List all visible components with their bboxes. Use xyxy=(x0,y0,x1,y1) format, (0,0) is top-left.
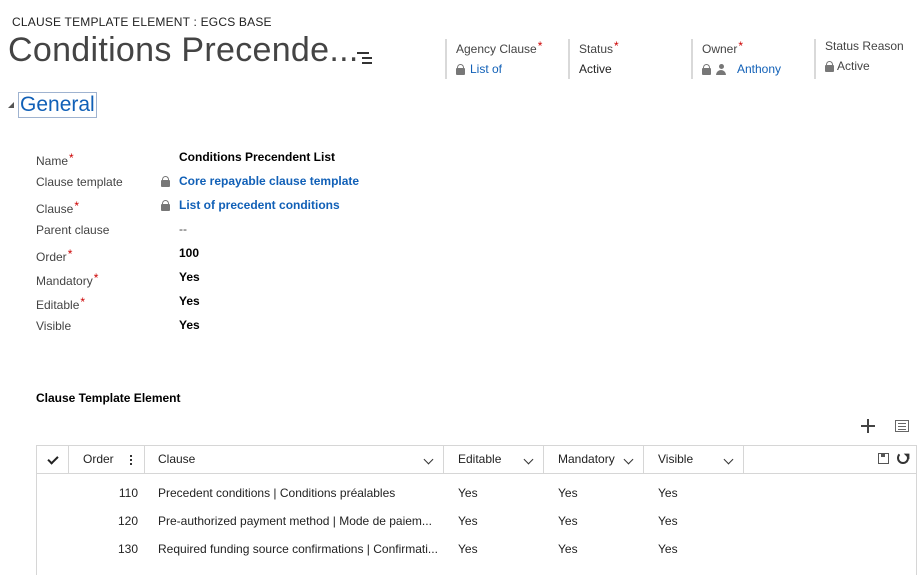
clause-link[interactable]: List of precedent conditions xyxy=(179,198,340,212)
column-separator xyxy=(443,446,444,473)
table-row[interactable]: 120 Pre-authorized payment method | Mode… xyxy=(37,507,916,535)
status-value[interactable]: Active xyxy=(579,62,612,76)
column-separator xyxy=(643,446,644,473)
field-label: Editable* xyxy=(36,295,86,312)
clause-template-link[interactable]: Core repayable clause template xyxy=(179,174,359,188)
field-label: Clause* xyxy=(36,199,80,216)
required-marker: * xyxy=(738,39,744,53)
cell-mandatory: Yes xyxy=(558,514,578,528)
agency-clause-label: Agency Clause xyxy=(456,42,537,56)
column-header-clause[interactable]: Clause xyxy=(158,446,195,473)
cell-visible: Yes xyxy=(658,542,678,556)
title-menu-icon[interactable] xyxy=(357,52,375,64)
select-all-checkmark-icon[interactable] xyxy=(47,453,59,465)
chevron-down-icon[interactable] xyxy=(723,454,734,465)
form-row-clause[interactable]: Clause* List of precedent conditions xyxy=(36,196,436,216)
grid-header: Order Clause Editable Mandatory Visible xyxy=(37,446,916,474)
grid-view-icon[interactable] xyxy=(895,420,909,432)
order-value[interactable]: 100 xyxy=(179,246,199,260)
save-icon[interactable] xyxy=(878,453,889,464)
entity-type-label: CLAUSE TEMPLATE ELEMENT : EGCS BASE xyxy=(12,15,272,29)
column-options-icon[interactable] xyxy=(130,455,132,465)
header-field-agency-clause[interactable]: Agency Clause* List of xyxy=(445,39,563,79)
header-field-owner[interactable]: Owner* Anthony xyxy=(691,39,809,79)
chevron-down-icon[interactable] xyxy=(623,454,634,465)
column-header-editable[interactable]: Editable xyxy=(458,446,501,473)
section-collapse-icon[interactable] xyxy=(8,102,14,108)
record-title: Conditions Precende... xyxy=(8,31,359,69)
subgrid-title: Clause Template Element xyxy=(36,391,181,405)
cell-mandatory: Yes xyxy=(558,542,578,556)
header-field-status[interactable]: Status* Active xyxy=(568,39,686,79)
status-label: Status xyxy=(579,42,614,56)
column-header-mandatory[interactable]: Mandatory xyxy=(558,446,615,473)
required-marker: * xyxy=(537,39,543,53)
cell-clause: Required funding source confirmations | … xyxy=(158,542,438,556)
form-row-order[interactable]: Order* 100 xyxy=(36,244,436,264)
lock-icon xyxy=(161,200,170,211)
status-reason-value[interactable]: Active xyxy=(837,59,870,73)
cell-mandatory: Yes xyxy=(558,486,578,500)
cell-visible: Yes xyxy=(658,514,678,528)
mandatory-value[interactable]: Yes xyxy=(179,270,200,284)
field-label: Mandatory* xyxy=(36,271,99,288)
owner-label: Owner xyxy=(702,42,738,56)
field-label: Parent clause xyxy=(36,223,110,237)
cell-editable: Yes xyxy=(458,514,478,528)
cell-editable: Yes xyxy=(458,486,478,500)
required-marker: * xyxy=(67,247,73,261)
refresh-icon[interactable] xyxy=(897,452,909,464)
required-marker: * xyxy=(74,199,80,213)
field-label: Clause template xyxy=(36,175,123,189)
cell-clause: Pre-authorized payment method | Mode de … xyxy=(158,514,432,528)
name-value[interactable]: Conditions Precendent List xyxy=(179,150,335,164)
form-row-visible[interactable]: Visible Yes xyxy=(36,316,436,336)
field-label: Name* xyxy=(36,151,74,168)
user-icon xyxy=(716,63,726,75)
section-title-general[interactable]: General xyxy=(18,92,97,118)
form-row-clause-template[interactable]: Clause template Core repayable clause te… xyxy=(36,172,436,192)
cell-visible: Yes xyxy=(658,486,678,500)
cell-editable: Yes xyxy=(458,542,478,556)
column-separator xyxy=(543,446,544,473)
form-row-editable[interactable]: Editable* Yes xyxy=(36,292,436,312)
column-separator xyxy=(144,446,145,473)
table-row[interactable]: 110 Precedent conditions | Conditions pr… xyxy=(37,479,916,507)
cell-clause: Precedent conditions | Conditions préala… xyxy=(158,486,396,500)
lock-icon xyxy=(456,63,465,75)
column-header-order[interactable]: Order xyxy=(83,446,114,473)
parent-clause-value[interactable]: -- xyxy=(179,222,187,236)
editable-value[interactable]: Yes xyxy=(179,294,200,308)
required-marker: * xyxy=(93,271,99,285)
cell-order: 110 xyxy=(118,486,138,500)
cell-order: 130 xyxy=(117,542,138,556)
form-row-parent-clause[interactable]: Parent clause -- xyxy=(36,220,436,240)
subgrid: Order Clause Editable Mandatory Visible … xyxy=(36,445,917,575)
form-row-mandatory[interactable]: Mandatory* Yes xyxy=(36,268,436,288)
visible-value[interactable]: Yes xyxy=(179,318,200,332)
status-reason-label: Status Reason xyxy=(825,39,904,53)
lock-icon xyxy=(825,60,834,72)
column-separator xyxy=(68,446,69,473)
field-label: Visible xyxy=(36,319,72,333)
chevron-down-icon[interactable] xyxy=(523,454,534,465)
lock-icon xyxy=(161,176,170,187)
column-separator xyxy=(743,446,744,473)
required-marker: * xyxy=(80,295,86,309)
chevron-down-icon[interactable] xyxy=(423,454,434,465)
owner-value[interactable]: Anthony xyxy=(737,62,781,76)
cell-order: 120 xyxy=(117,514,138,528)
lock-icon xyxy=(702,63,711,75)
required-marker: * xyxy=(69,151,74,165)
field-label: Order* xyxy=(36,247,73,264)
required-marker: * xyxy=(614,39,619,53)
table-row[interactable]: 130 Required funding source confirmation… xyxy=(37,535,916,563)
column-header-visible[interactable]: Visible xyxy=(658,446,693,473)
add-record-icon[interactable] xyxy=(861,419,875,433)
form-row-name[interactable]: Name* Conditions Precendent List xyxy=(36,148,436,168)
header-field-status-reason[interactable]: Status Reason Active xyxy=(814,39,918,79)
agency-clause-value[interactable]: List of xyxy=(470,62,502,76)
